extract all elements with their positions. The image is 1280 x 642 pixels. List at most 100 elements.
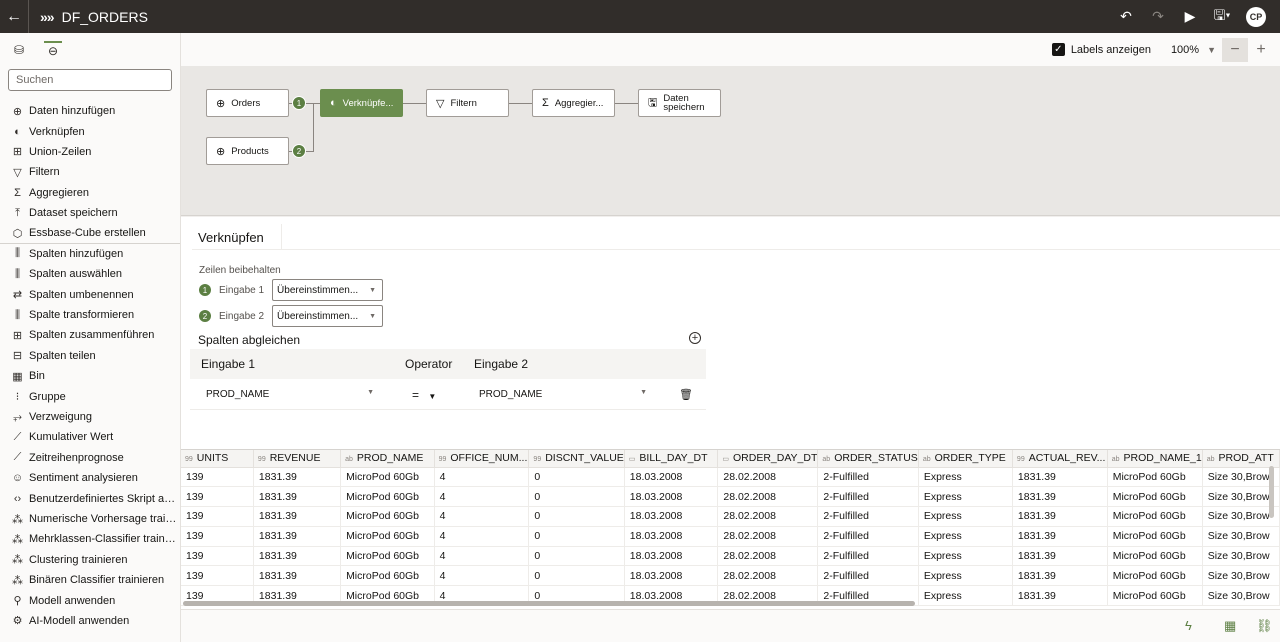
table-cell[interactable]: 139 — [181, 526, 254, 547]
lightning-icon[interactable]: ϟ — [1185, 618, 1192, 633]
table-cell[interactable]: 28.02.2008 — [717, 467, 819, 488]
sidebar-item-apply-ai-model[interactable]: ⚙ AI-Modell anwenden — [0, 611, 180, 631]
sidebar-item-multiclass-classifier[interactable]: ⁂ Mehrklassen-Classifier train… — [0, 529, 180, 549]
table-cell[interactable]: Size 30,Brow — [1202, 486, 1280, 508]
table-cell[interactable]: 4 — [434, 467, 530, 488]
column-header[interactable]: 99 OFFICE_NUM... — [434, 450, 530, 468]
sidebar-item-branch[interactable]: ⥅ Verzweigung — [0, 407, 180, 427]
table-cell[interactable]: 4 — [434, 506, 530, 527]
horizontal-scrollbar[interactable] — [183, 601, 915, 606]
table-cell[interactable]: MicroPod 60Gb — [340, 506, 435, 527]
table-cell[interactable]: Express — [918, 486, 1013, 508]
flow-node-join[interactable]: ◐ Verknüpfe... — [320, 89, 403, 117]
sidebar-item-essbase-cube[interactable]: ⬡ Essbase-Cube erstellen — [0, 223, 180, 244]
table-cell[interactable]: 2-Fulfilled — [817, 565, 919, 587]
table-cell[interactable]: 18.03.2008 — [624, 546, 719, 567]
run-icon[interactable]: ▶ — [1174, 0, 1206, 33]
table-cell[interactable]: 139 — [181, 506, 254, 527]
zoom-in-button[interactable]: + — [1248, 38, 1274, 62]
table-cell[interactable]: MicroPod 60Gb — [1107, 546, 1203, 567]
table-cell[interactable]: Express — [918, 546, 1013, 567]
sidebar-item-select-columns[interactable]: ⫼ Spalten auswählen — [0, 264, 180, 284]
data-tab-icon[interactable]: ⛁ — [10, 41, 28, 59]
table-cell[interactable]: Size 30,Brow — [1202, 546, 1280, 567]
column-header[interactable]: ab PROD_NAME — [340, 450, 435, 468]
table-cell[interactable]: 18.03.2008 — [624, 506, 719, 527]
sidebar-item-join[interactable]: ◐ Verknüpfen — [0, 121, 180, 141]
table-cell[interactable]: MicroPod 60Gb — [1107, 565, 1203, 587]
table-cell[interactable]: 0 — [528, 526, 625, 547]
table-cell[interactable]: 0 — [528, 546, 625, 567]
table-cell[interactable]: 4 — [434, 486, 530, 508]
table-cell[interactable]: 1831.39 — [253, 565, 342, 587]
flow-node-aggregate[interactable]: Σ Aggregier... — [532, 89, 615, 117]
zoom-out-button[interactable]: − — [1222, 37, 1248, 62]
table-cell[interactable]: Express — [918, 526, 1013, 547]
vertical-scrollbar[interactable] — [1269, 466, 1274, 518]
table-cell[interactable]: 1831.39 — [1012, 526, 1108, 547]
sidebar-item-union-rows[interactable]: ⊞ Union-Zeilen — [0, 142, 180, 162]
column-header[interactable]: ab PROD_NAME_1 — [1107, 450, 1203, 468]
sidebar-item-sentiment[interactable]: ☺ Sentiment analysieren — [0, 468, 180, 488]
redo-icon[interactable]: ↷ — [1142, 0, 1174, 33]
table-cell[interactable]: MicroPod 60Gb — [340, 467, 435, 488]
steps-tab-icon[interactable]: ⊖ — [44, 41, 62, 59]
table-cell[interactable]: Express — [918, 585, 1013, 607]
table-cell[interactable]: 2-Fulfilled — [817, 467, 919, 488]
table-cell[interactable]: 1831.39 — [253, 486, 342, 508]
input1-keep-rows-select[interactable]: Übereinstimmen... ▼ — [272, 279, 384, 301]
table-cell[interactable]: 1831.39 — [253, 506, 342, 527]
chevron-down-icon[interactable]: ▼ — [1207, 45, 1216, 55]
sidebar-item-rename-columns[interactable]: ⇄ Spalten umbenennen — [0, 285, 180, 305]
match-input2-select[interactable]: PROD_NAME ▼ — [479, 389, 647, 400]
table-cell[interactable]: 4 — [434, 565, 530, 587]
sidebar-item-group[interactable]: ⁝ Gruppe — [0, 386, 180, 406]
table-cell[interactable]: 18.03.2008 — [624, 565, 719, 587]
table-cell[interactable]: MicroPod 60Gb — [1107, 467, 1203, 488]
sidebar-item-apply-model[interactable]: ⚲ Modell anwenden — [0, 590, 180, 610]
sidebar-item-bin[interactable]: ▦ Bin — [0, 366, 180, 386]
table-cell[interactable]: 1831.39 — [1012, 506, 1108, 527]
sidebar-item-time-series-forecast[interactable]: ⟋ Zeitreihenprognose — [0, 448, 180, 468]
sidebar-item-add-columns[interactable]: ⫼ Spalten hinzufügen — [0, 244, 180, 264]
column-header[interactable]: ab ORDER_TYPE — [918, 450, 1013, 468]
table-cell[interactable]: 28.02.2008 — [717, 526, 819, 547]
sidebar-item-cumulative-value[interactable]: ⟋ Kumulativer Wert — [0, 427, 180, 447]
sidebar-item-custom-script[interactable]: ‹› Benutzerdefiniertes Skript a… — [0, 488, 180, 508]
sidebar-item-merge-columns[interactable]: ⊞ Spalten zusammenführen — [0, 325, 180, 345]
table-cell[interactable]: 1831.39 — [253, 467, 342, 488]
save-menu-icon[interactable]: 🖫▾ — [1206, 0, 1238, 33]
table-cell[interactable]: 18.03.2008 — [624, 526, 719, 547]
table-cell[interactable]: 2-Fulfilled — [817, 526, 919, 547]
table-cell[interactable]: 1831.39 — [1012, 565, 1108, 587]
table-cell[interactable]: 139 — [181, 565, 254, 587]
table-cell[interactable]: MicroPod 60Gb — [340, 526, 435, 547]
sidebar-item-split-columns[interactable]: ⊟ Spalten teilen — [0, 346, 180, 366]
sidebar-item-numeric-prediction[interactable]: ⁂ Numerische Vorhersage trai… — [0, 509, 180, 529]
table-cell[interactable]: 28.02.2008 — [717, 546, 819, 567]
add-match-icon[interactable]: + — [689, 332, 701, 344]
table-cell[interactable]: 0 — [528, 467, 625, 488]
table-cell[interactable]: MicroPod 60Gb — [1107, 506, 1203, 527]
table-cell[interactable]: 4 — [434, 526, 530, 547]
table-cell[interactable]: 1831.39 — [1012, 467, 1108, 488]
table-cell[interactable]: 1831.39 — [1012, 546, 1108, 567]
table-cell[interactable]: 0 — [528, 506, 625, 527]
table-cell[interactable]: Size 30,Brow — [1202, 467, 1280, 488]
table-cell[interactable]: MicroPod 60Gb — [1107, 585, 1203, 607]
sidebar-item-aggregate[interactable]: Σ Aggregieren — [0, 183, 180, 203]
table-cell[interactable]: 28.02.2008 — [717, 506, 819, 527]
table-cell[interactable]: 28.02.2008 — [717, 565, 819, 587]
sidebar-item-save-dataset[interactable]: ⤒ Dataset speichern — [0, 203, 180, 223]
table-cell[interactable]: Size 30,Brow — [1202, 526, 1280, 547]
sidebar-item-binary-classifier[interactable]: ⁂ Binären Classifier trainieren — [0, 570, 180, 590]
table-cell[interactable]: 2-Fulfilled — [817, 546, 919, 567]
column-header[interactable]: 99 ACTUAL_REV... — [1012, 450, 1108, 468]
table-cell[interactable]: 28.02.2008 — [717, 486, 819, 508]
sidebar-item-transform-column[interactable]: ⫼ Spalte transformieren — [0, 305, 180, 325]
table-cell[interactable]: 1831.39 — [253, 546, 342, 567]
table-view-icon[interactable]: ▦ — [1224, 618, 1236, 634]
table-cell[interactable]: 139 — [181, 546, 254, 567]
table-cell[interactable]: Express — [918, 565, 1013, 587]
table-cell[interactable]: 2-Fulfilled — [817, 506, 919, 527]
